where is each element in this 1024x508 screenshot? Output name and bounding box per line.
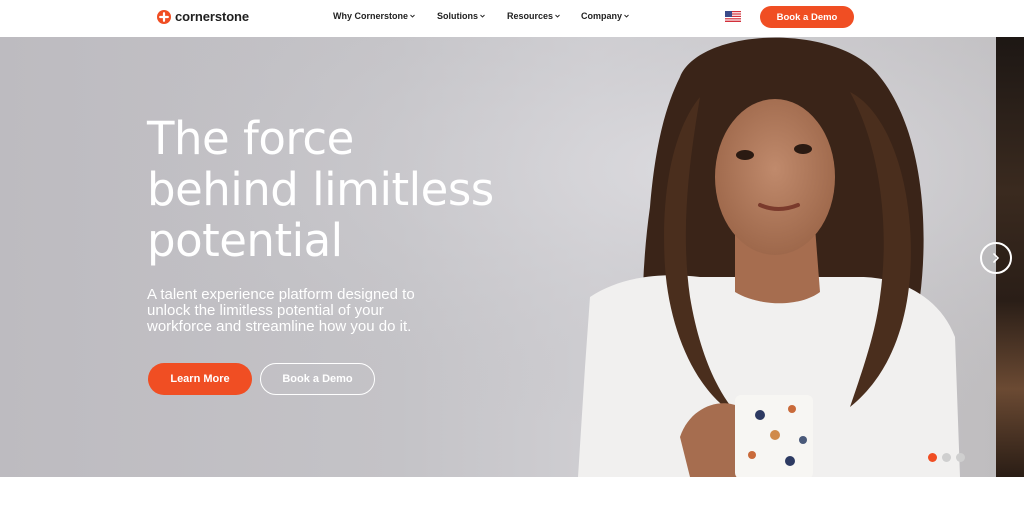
us-flag-icon[interactable]	[725, 11, 741, 22]
carousel-dots	[928, 453, 965, 462]
headline-line: The force	[147, 112, 354, 165]
nav-label: Why Cornerstone	[333, 11, 409, 21]
nav-label: Solutions	[437, 11, 478, 21]
chevron-down-icon	[555, 14, 560, 18]
carousel-dot-3[interactable]	[956, 453, 965, 462]
carousel-dot-2[interactable]	[942, 453, 951, 462]
nav-company[interactable]: Company	[581, 11, 629, 21]
hero-banner: The force behind limitless potential A t…	[0, 37, 996, 477]
hero-subtitle: A talent experience platform designed to…	[147, 287, 457, 335]
site-header: cornerstone Why Cornerstone Solutions Re…	[0, 0, 1024, 36]
nav-why-cornerstone[interactable]: Why Cornerstone	[333, 11, 415, 21]
nav-label: Company	[581, 11, 623, 21]
subtitle-line: workforce and streamline how you do it.	[147, 318, 412, 335]
chevron-down-icon	[624, 14, 629, 18]
book-demo-hero-button[interactable]: Book a Demo	[260, 363, 375, 395]
logo-mark-icon	[157, 9, 171, 24]
headline-line: behind limitless	[147, 163, 494, 216]
chevron-down-icon	[480, 14, 485, 18]
hero-headline: The force behind limitless potential	[147, 113, 567, 266]
carousel-next-button[interactable]	[980, 242, 1012, 274]
learn-more-button[interactable]: Learn More	[148, 363, 252, 395]
chevron-down-icon	[410, 14, 415, 18]
subtitle-line: unlock the limitless potential of your	[147, 302, 384, 319]
carousel-dot-1[interactable]	[928, 453, 937, 462]
nav-resources[interactable]: Resources	[507, 11, 560, 21]
cornerstone-logo[interactable]: cornerstone	[157, 9, 249, 24]
headline-line: potential	[147, 214, 343, 267]
subtitle-line: A talent experience platform designed to	[147, 286, 415, 303]
chevron-right-icon	[993, 253, 1000, 263]
book-demo-header-button[interactable]: Book a Demo	[760, 6, 854, 28]
brand-name: cornerstone	[175, 9, 250, 24]
nav-label: Resources	[507, 11, 554, 21]
nav-solutions[interactable]: Solutions	[437, 11, 485, 21]
